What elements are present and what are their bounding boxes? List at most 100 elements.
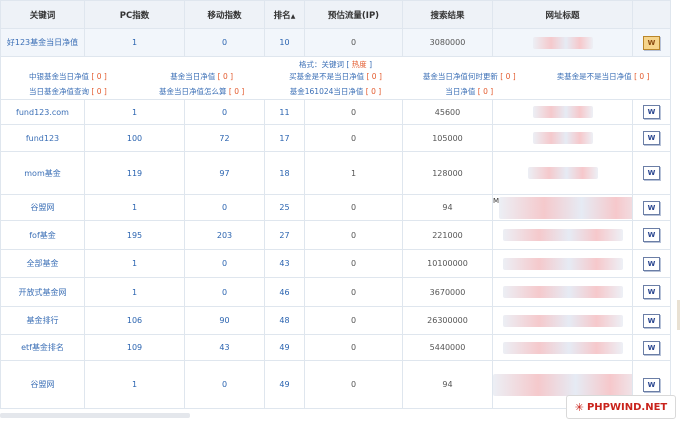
- col-keyword: 关键词: [0, 0, 85, 29]
- blurred-title: [493, 373, 632, 396]
- rank: 49: [264, 334, 305, 361]
- url-title: [492, 306, 633, 335]
- related-keyword-item[interactable]: 基金当日净值怎么算 [ 0 ]: [135, 86, 269, 97]
- snapshot-cell: W: [632, 334, 671, 361]
- keyword-link[interactable]: mom基金: [0, 151, 85, 195]
- url-title: [492, 99, 633, 125]
- related-keyword-item[interactable]: 中银基金当日净值 [ 0 ]: [2, 71, 135, 82]
- results: 221000: [402, 220, 493, 250]
- rank: 18: [264, 151, 305, 195]
- keyword-link[interactable]: etf基金排名: [0, 334, 85, 361]
- keyword-link[interactable]: fund123: [0, 124, 85, 152]
- url-title: [492, 277, 633, 307]
- rank: 25: [264, 194, 305, 221]
- keyword-link[interactable]: 开放式基金网: [0, 277, 85, 307]
- results: 5440000: [402, 334, 493, 361]
- mobile-index: 0: [184, 360, 265, 409]
- pc-index: 1: [84, 277, 185, 307]
- snapshot-cell: W: [632, 249, 671, 278]
- mobile-index: 0: [184, 249, 265, 278]
- related-keyword-item[interactable]: 基金当日净值 [ 0 ]: [135, 71, 269, 82]
- snapshot-icon[interactable]: W: [643, 285, 660, 299]
- horizontal-scrollbar[interactable]: [0, 413, 190, 418]
- url-title: M: [492, 194, 633, 221]
- pc-index: 106: [84, 306, 185, 335]
- keyword-link[interactable]: fund123.com: [0, 99, 85, 125]
- rank: 49: [264, 360, 305, 409]
- related-keywords-row: 格式：关键词 [ 热度 ] 中银基金当日净值 [ 0 ] 基金当日净值 [ 0 ]…: [0, 56, 671, 100]
- snapshot-icon[interactable]: W: [643, 313, 660, 328]
- traffic: 0: [304, 99, 403, 125]
- table-row: 全部基金 1 0 43 0 10100000 W: [0, 249, 671, 278]
- mobile-index: 0: [184, 99, 265, 125]
- mobile-index: 0: [184, 277, 265, 307]
- mobile-index: 97: [184, 151, 265, 195]
- related-keyword-item[interactable]: 当日净值 [ 0 ]: [402, 86, 536, 97]
- snapshot-cell: W: [632, 306, 671, 335]
- snapshot-icon[interactable]: W: [643, 377, 660, 392]
- table-row: 基金排行 106 90 48 0 26300000 W: [0, 306, 671, 335]
- snapshot-icon[interactable]: W: [643, 131, 660, 145]
- url-title: [492, 334, 633, 361]
- mobile-index: 0: [184, 28, 265, 57]
- table-row: mom基金 119 97 18 1 128000 W: [0, 151, 671, 195]
- blurred-title: [502, 229, 623, 241]
- keyword-link[interactable]: 基金排行: [0, 306, 85, 335]
- col-url-title: 网址标题: [492, 0, 633, 29]
- rank: 48: [264, 306, 305, 335]
- snapshot-icon[interactable]: W: [643, 256, 660, 271]
- pc-index: 100: [84, 124, 185, 152]
- url-title: [492, 28, 633, 57]
- related-keyword-item[interactable]: 当日基金净值查询 [ 0 ]: [2, 86, 135, 97]
- results: 94: [402, 194, 493, 221]
- snapshot-cell: W: [632, 28, 671, 57]
- table-row: 谷盟网 1 0 25 0 94 M W: [0, 194, 671, 221]
- table-row: etf基金排名 109 43 49 0 5440000 W: [0, 334, 671, 361]
- snapshot-cell: W: [632, 220, 671, 250]
- related-keyword-item[interactable]: 卖基金是不是当日净值 [ 0 ]: [536, 71, 669, 82]
- table-row: fund123.com 1 0 11 0 45600 W: [0, 99, 671, 125]
- results: 3080000: [402, 28, 493, 57]
- keyword-link[interactable]: 谷盟网: [0, 194, 85, 221]
- keyword-link[interactable]: 好123基金当日净值: [0, 28, 85, 57]
- col-rank-label: 排名: [273, 10, 291, 21]
- url-title: [492, 124, 633, 152]
- rank: 43: [264, 249, 305, 278]
- table-row: 开放式基金网 1 0 46 0 3670000 W: [0, 277, 671, 307]
- mobile-index: 90: [184, 306, 265, 335]
- related-keywords-list: 中银基金当日净值 [ 0 ] 基金当日净值 [ 0 ] 买基金是不是当日净值 [ 0…: [2, 71, 670, 97]
- results: 26300000: [402, 306, 493, 335]
- keyword-link[interactable]: fof基金: [0, 220, 85, 250]
- traffic: 0: [304, 124, 403, 152]
- snapshot-cell: W: [632, 124, 671, 152]
- blurred-title: [502, 341, 623, 354]
- snapshot-icon[interactable]: W: [643, 200, 660, 215]
- traffic: 0: [304, 277, 403, 307]
- site-watermark: ✳ PHPWIND.NET: [566, 395, 676, 419]
- snapshot-icon[interactable]: W: [643, 166, 660, 180]
- pc-index: 1: [84, 28, 185, 57]
- snapshot-icon[interactable]: W: [643, 340, 660, 355]
- pc-index: 119: [84, 151, 185, 195]
- results: 45600: [402, 99, 493, 125]
- keyword-link[interactable]: 全部基金: [0, 249, 85, 278]
- results: 10100000: [402, 249, 493, 278]
- snapshot-icon[interactable]: W: [643, 228, 660, 242]
- snapshot-icon[interactable]: W: [643, 35, 660, 50]
- traffic: 0: [304, 249, 403, 278]
- related-keyword-item[interactable]: 基金当日净值何时更新 [ 0 ]: [402, 71, 536, 82]
- col-mobile-index: 移动指数: [184, 0, 265, 29]
- col-pc-index: PC指数: [84, 0, 185, 29]
- rank: 17: [264, 124, 305, 152]
- related-keyword-item[interactable]: 买基金是不是当日净值 [ 0 ]: [269, 71, 403, 82]
- sort-ascending-icon: ▲: [290, 12, 296, 20]
- url-title: [492, 151, 633, 195]
- pc-index: 1: [84, 194, 185, 221]
- related-keyword-item[interactable]: 基金161024当日净值 [ 0 ]: [269, 86, 403, 97]
- table-header-row: 关键词 PC指数 移动指数 排名▲ 预估流量(IP) 搜索结果 网址标题: [0, 0, 671, 29]
- snapshot-icon[interactable]: W: [643, 105, 660, 119]
- keyword-link[interactable]: 谷盟网: [0, 360, 85, 409]
- col-traffic: 预估流量(IP): [304, 0, 403, 29]
- col-rank[interactable]: 排名▲: [264, 0, 305, 29]
- url-title: [492, 220, 633, 250]
